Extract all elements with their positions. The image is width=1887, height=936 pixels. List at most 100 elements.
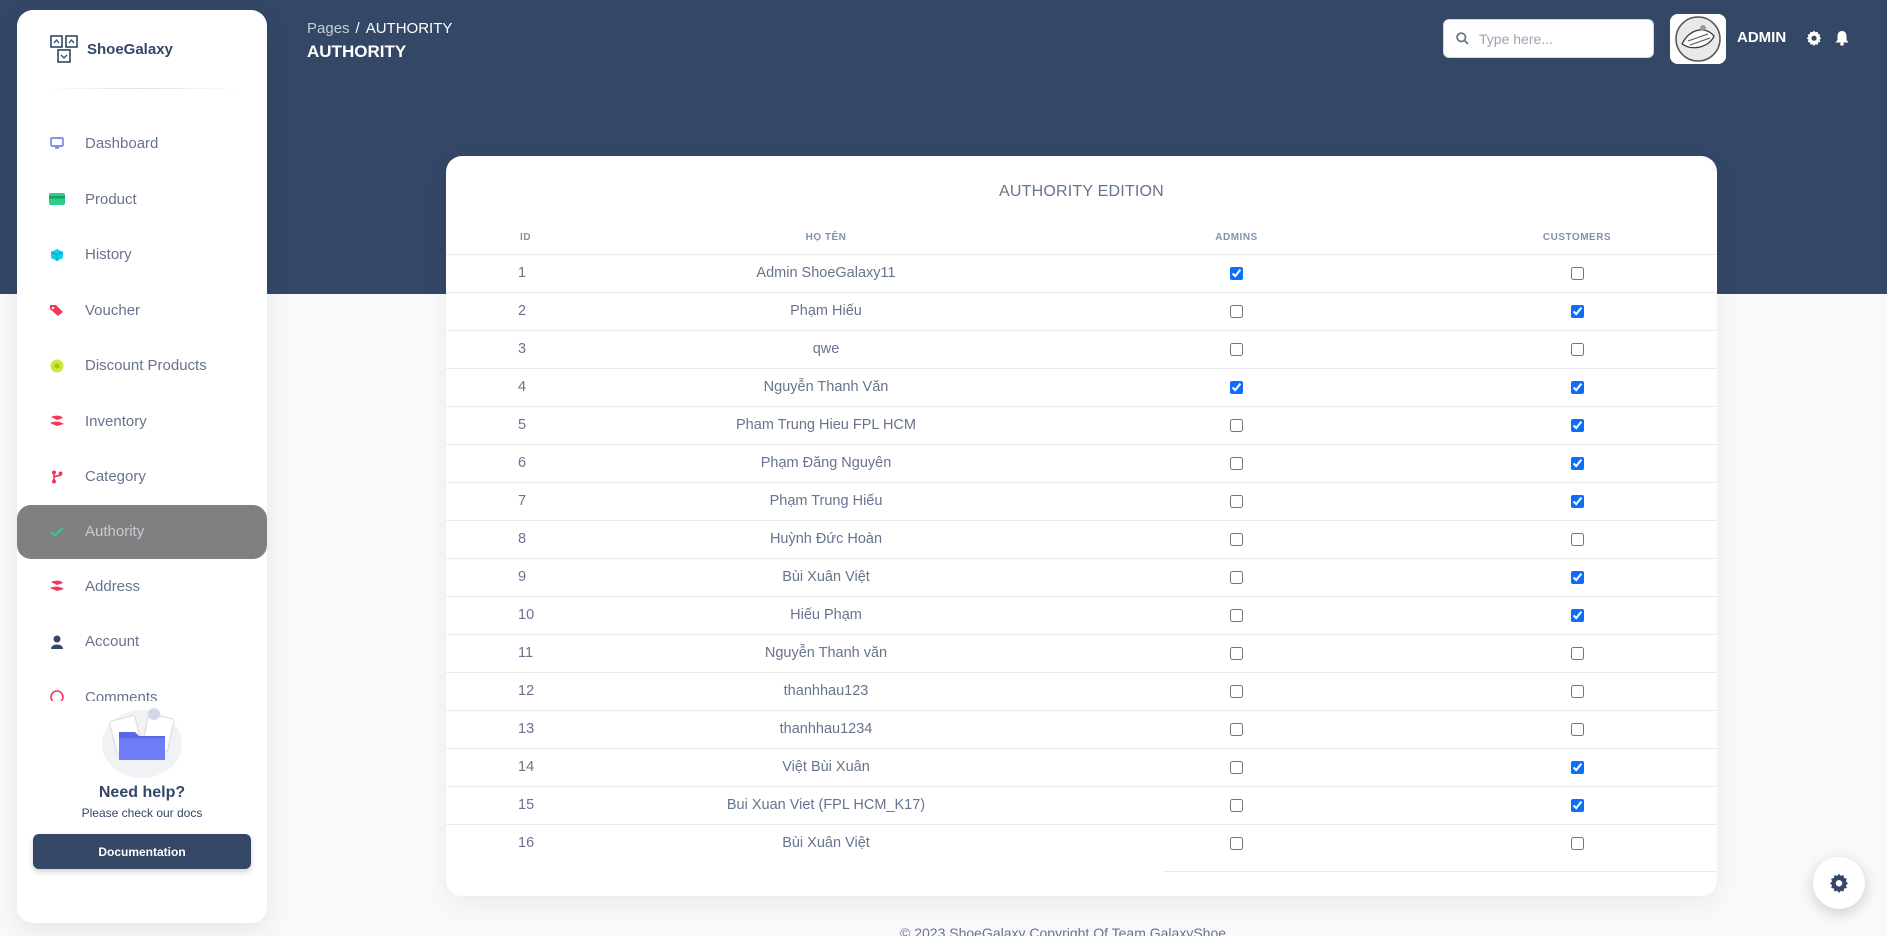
- customer-checkbox[interactable]: [1570, 798, 1584, 812]
- cell-admin: [1036, 520, 1437, 559]
- table-row: 9 Bùi Xuân Việt: [446, 558, 1717, 597]
- admin-checkbox[interactable]: [1230, 456, 1243, 470]
- customer-checkbox[interactable]: [1570, 266, 1584, 280]
- sidebar-item-label: History: [85, 246, 132, 264]
- cell-customer: [1437, 520, 1717, 559]
- sidebar-item-account[interactable]: Account: [17, 614, 267, 670]
- user-name[interactable]: ADMIN: [1737, 29, 1786, 46]
- cell-name: Bùi Xuân Việt: [616, 558, 1036, 597]
- brand[interactable]: ShoeGalaxy: [17, 10, 267, 88]
- cell-name: qwe: [616, 330, 1036, 369]
- sidebar-item-label: Voucher: [85, 301, 141, 319]
- cell-name: Phạm Đăng Nguyên: [616, 444, 1036, 483]
- search-box[interactable]: [1443, 19, 1654, 58]
- admin-checkbox[interactable]: [1230, 266, 1243, 280]
- cell-customer: [1437, 482, 1717, 521]
- cell-id: 4: [446, 368, 616, 407]
- sidebar-item-label: Dashboard: [85, 135, 159, 153]
- documentation-button[interactable]: Documentation: [33, 834, 251, 869]
- notification-bell-icon[interactable]: [1834, 30, 1850, 46]
- tags-icon: [49, 302, 65, 318]
- cell-name: Phạm Hiếu: [616, 292, 1036, 331]
- cell-id: 7: [446, 482, 616, 521]
- table-row: 6 Phạm Đăng Nguyên: [446, 444, 1717, 483]
- user-icon: [49, 634, 65, 650]
- cell-admin: [1036, 330, 1437, 369]
- customer-checkbox[interactable]: [1570, 836, 1584, 850]
- cell-admin: [1036, 482, 1437, 521]
- column-header-name: HỌ TÊN: [616, 222, 1036, 255]
- customer-checkbox[interactable]: [1570, 684, 1584, 698]
- cell-admin: [1036, 634, 1437, 673]
- help-title: Need help?: [98, 784, 186, 801]
- customer-checkbox[interactable]: [1570, 722, 1584, 736]
- cell-customer: [1437, 292, 1717, 331]
- admin-checkbox[interactable]: [1230, 532, 1243, 546]
- admin-checkbox[interactable]: [1230, 494, 1243, 508]
- customer-checkbox[interactable]: [1570, 418, 1584, 432]
- admin-checkbox[interactable]: [1230, 722, 1243, 736]
- customer-checkbox[interactable]: [1570, 304, 1584, 318]
- box-icon: [49, 247, 65, 263]
- cell-id: 9: [446, 558, 616, 597]
- customer-checkbox[interactable]: [1570, 608, 1584, 622]
- sidebar-item-label: Category: [85, 468, 146, 486]
- customer-checkbox[interactable]: [1570, 456, 1584, 470]
- sidebar-item-history[interactable]: History: [17, 227, 267, 283]
- cell-id: 12: [446, 672, 616, 711]
- sidebar-item-voucher[interactable]: Voucher: [17, 283, 267, 339]
- cell-id: 2: [446, 292, 616, 331]
- admin-checkbox[interactable]: [1230, 684, 1243, 698]
- admin-checkbox[interactable]: [1230, 342, 1243, 356]
- customer-checkbox[interactable]: [1570, 532, 1584, 546]
- admin-checkbox[interactable]: [1230, 418, 1243, 432]
- folder-illustration-icon: [102, 708, 182, 778]
- configurator-button[interactable]: [1813, 857, 1865, 909]
- customer-checkbox[interactable]: [1570, 380, 1584, 394]
- cell-admin: [1036, 710, 1437, 749]
- breadcrumb-root[interactable]: Pages: [307, 20, 350, 37]
- settings-gear-icon[interactable]: [1806, 30, 1822, 46]
- sidebar-item-label: Authority: [85, 523, 145, 540]
- cell-name: Bui Xuan Viet (FPL HCM_K17): [616, 786, 1036, 825]
- cell-admin: [1036, 444, 1437, 483]
- customer-checkbox[interactable]: [1570, 646, 1584, 660]
- admin-checkbox[interactable]: [1230, 304, 1243, 318]
- avatar[interactable]: [1670, 14, 1726, 64]
- customer-checkbox[interactable]: [1570, 342, 1584, 356]
- admin-checkbox[interactable]: [1230, 760, 1243, 774]
- cell-name: Việt Bùi Xuân: [616, 748, 1036, 787]
- customer-checkbox[interactable]: [1570, 570, 1584, 584]
- table-row: 11 Nguyễn Thanh văn: [446, 634, 1717, 673]
- cell-customer: [1437, 330, 1717, 369]
- cell-name: Pham Trung Hieu FPL HCM: [616, 406, 1036, 445]
- cell-name: Admin ShoeGalaxy11: [616, 254, 1036, 293]
- cell-admin: [1036, 748, 1437, 787]
- sidebar-item-discount-products[interactable]: Discount Products: [17, 338, 267, 394]
- admin-checkbox[interactable]: [1230, 608, 1243, 622]
- cell-id: 1: [446, 254, 616, 293]
- sidebar-item-address[interactable]: Address: [17, 559, 267, 615]
- customer-checkbox[interactable]: [1570, 760, 1584, 774]
- search-input[interactable]: [1479, 30, 1639, 47]
- cell-admin: [1036, 824, 1437, 862]
- admin-checkbox[interactable]: [1230, 570, 1243, 584]
- sidebar-item-inventory[interactable]: Inventory: [17, 394, 267, 450]
- sidebar-item-category[interactable]: Category: [17, 449, 267, 505]
- address-icon: [49, 578, 65, 594]
- admin-checkbox[interactable]: [1230, 380, 1243, 394]
- sidebar-item-label: Address: [85, 577, 141, 595]
- page-title: AUTHORITY: [307, 42, 407, 61]
- cell-id: 14: [446, 748, 616, 787]
- admin-checkbox[interactable]: [1230, 798, 1243, 812]
- sidebar-item-product[interactable]: Product: [17, 172, 267, 228]
- customer-checkbox[interactable]: [1570, 494, 1584, 508]
- monitor-icon: [49, 136, 65, 152]
- cell-admin: [1036, 292, 1437, 331]
- admin-checkbox[interactable]: [1230, 836, 1243, 850]
- sidebar-item-dashboard[interactable]: Dashboard: [17, 116, 267, 172]
- divider: [41, 88, 243, 89]
- admin-checkbox[interactable]: [1230, 646, 1243, 660]
- authority-card: AUTHORITY EDITION ID HỌ TÊN ADMINS CUSTO…: [446, 156, 1717, 896]
- sidebar-item-authority[interactable]: Authority: [17, 504, 267, 559]
